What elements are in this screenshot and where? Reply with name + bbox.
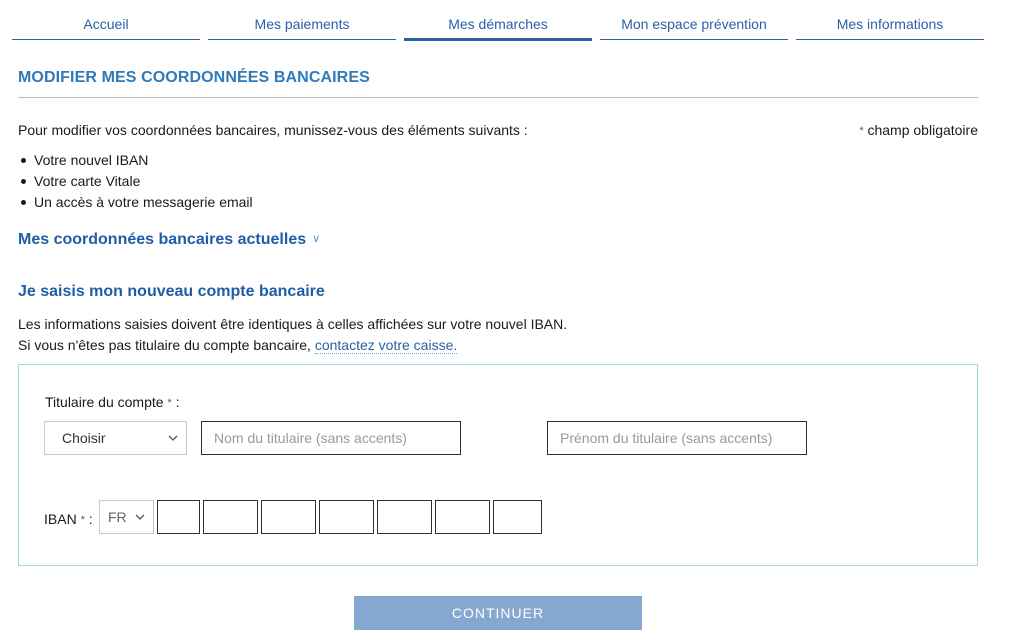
- list-item-text: Un accès à votre messagerie email: [34, 194, 253, 210]
- list-item: Un accès à votre messagerie email: [18, 194, 253, 215]
- info-text: Les informations saisies doivent être id…: [18, 316, 568, 332]
- account-holder-label-text: Titulaire du compte: [45, 394, 164, 410]
- iban-country-value: FR: [108, 509, 127, 525]
- list-item: Votre carte Vitale: [18, 173, 253, 194]
- tab-label: Accueil: [83, 16, 129, 32]
- current-bank-details-toggle[interactable]: Mes coordonnées bancaires actuelles ∨︎: [18, 231, 320, 249]
- iban-label-text: IBAN: [44, 511, 77, 527]
- intro-text: Pour modifier vos coordonnées bancaires,…: [18, 122, 528, 138]
- tab-mes-paiements[interactable]: Mes paiements: [208, 0, 396, 42]
- bullet-icon: [21, 178, 26, 184]
- title-divider: [18, 97, 978, 98]
- bullet-icon: [21, 199, 26, 205]
- tab-accueil[interactable]: Accueil: [12, 0, 200, 42]
- bank-account-form: Titulaire du compte * : Choisir Nom du t…: [18, 364, 978, 566]
- tab-label: Mon espace prévention: [621, 16, 767, 32]
- required-note-label: champ obligatoire: [867, 122, 978, 138]
- continue-button[interactable]: CONTINUER: [354, 596, 642, 630]
- label-colon: :: [88, 511, 93, 527]
- iban-segment-input[interactable]: [203, 500, 258, 534]
- new-account-heading: Je saisis mon nouveau compte bancaire: [18, 283, 325, 300]
- tab-label: Mes informations: [836, 16, 944, 32]
- iban-label: IBAN * :: [44, 511, 93, 527]
- chevron-down-icon: [135, 514, 145, 520]
- civility-select-value: Choisir: [62, 430, 106, 446]
- list-item-text: Votre nouvel IBAN: [34, 152, 149, 168]
- iban-segment-input[interactable]: [319, 500, 374, 534]
- iban-segment-input[interactable]: [377, 500, 432, 534]
- iban-segment-input[interactable]: [261, 500, 316, 534]
- requirements-list: Votre nouvel IBAN Votre carte Vitale Un …: [18, 152, 253, 215]
- page-title: MODIFIER MES COORDONNÉES BANCAIRES: [18, 69, 370, 86]
- label-colon: :: [175, 394, 180, 410]
- iban-segment-input[interactable]: [157, 500, 200, 534]
- iban-segment-input[interactable]: [435, 500, 490, 534]
- main-nav: Accueil Mes paiements Mes démarches Mon …: [12, 0, 984, 42]
- double-chevron-down-icon: ∨︎: [312, 233, 321, 245]
- iban-segment-input[interactable]: [493, 500, 542, 534]
- first-name-input[interactable]: Prénom du titulaire (sans accents): [547, 421, 807, 455]
- info-text-prefix: Si vous n'êtes pas titulaire du compte b…: [18, 337, 315, 353]
- iban-country-select[interactable]: FR: [99, 500, 154, 534]
- bullet-icon: [21, 157, 26, 163]
- tab-mes-demarches[interactable]: Mes démarches: [404, 0, 592, 42]
- civility-select[interactable]: Choisir: [44, 421, 187, 455]
- required-asterisk-icon: *: [80, 514, 85, 526]
- current-bank-details-label: Mes coordonnées bancaires actuelles: [18, 231, 307, 248]
- first-name-placeholder: Prénom du titulaire (sans accents): [560, 430, 773, 446]
- required-field-note: * champ obligatoire: [859, 122, 978, 138]
- tab-label: Mes démarches: [448, 16, 548, 32]
- required-asterisk-icon: *: [167, 397, 172, 409]
- account-holder-label: Titulaire du compte * :: [45, 394, 180, 410]
- last-name-placeholder: Nom du titulaire (sans accents): [214, 430, 407, 446]
- required-asterisk-icon: *: [859, 125, 864, 137]
- info-text-contact: Si vous n'êtes pas titulaire du compte b…: [18, 337, 458, 354]
- contact-caisse-link[interactable]: contactez votre caisse.: [314, 337, 458, 354]
- tab-espace-prevention[interactable]: Mon espace prévention: [600, 0, 788, 42]
- list-item: Votre nouvel IBAN: [18, 152, 253, 173]
- tab-label: Mes paiements: [254, 16, 350, 32]
- last-name-input[interactable]: Nom du titulaire (sans accents): [201, 421, 461, 455]
- list-item-text: Votre carte Vitale: [34, 173, 141, 189]
- chevron-down-icon: [168, 435, 178, 441]
- tab-mes-informations[interactable]: Mes informations: [796, 0, 984, 42]
